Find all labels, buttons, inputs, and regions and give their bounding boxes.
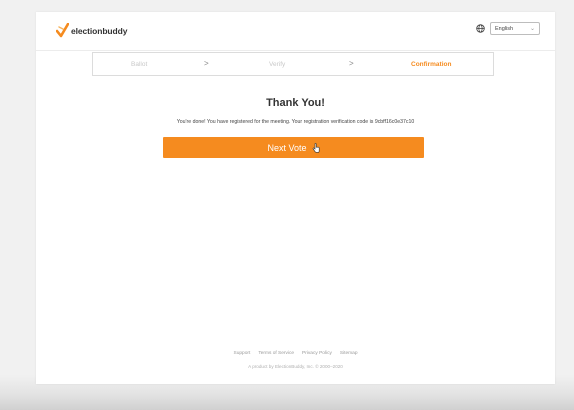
brand-logo[interactable]: electionbuddy: [56, 23, 127, 38]
page-card: electionbuddy English ⌄ Ballot > Verify …: [36, 12, 555, 384]
step-separator-icon: >: [204, 59, 209, 68]
next-vote-label: Next Vote: [267, 142, 307, 153]
next-vote-button[interactable]: Next Vote: [163, 137, 424, 158]
confirmation-message: You're done! You have registered for the…: [176, 119, 415, 125]
progress-steps: Ballot > Verify > Confirmation: [92, 52, 494, 76]
footer-link-sitemap[interactable]: Sitemap: [340, 351, 358, 356]
step-confirmation: Confirmation: [411, 61, 452, 68]
language-switcher: English ⌄: [476, 22, 540, 35]
brand-name: electionbuddy: [71, 25, 128, 36]
globe-icon: [476, 24, 485, 33]
top-bar: electionbuddy English ⌄: [36, 12, 555, 51]
checkmark-logo-icon: [56, 23, 69, 38]
footer-link-privacy[interactable]: Privacy Policy: [302, 351, 332, 356]
footer-link-support[interactable]: Support: [234, 351, 251, 356]
footer-copyright: A product by ElectionBuddy, Inc. © 2000–…: [248, 364, 343, 369]
step-separator-icon: >: [349, 59, 354, 68]
language-select[interactable]: English ⌄: [490, 22, 540, 35]
browser-viewport: electionbuddy English ⌄ Ballot > Verify …: [0, 0, 574, 410]
page-title: Thank You!: [266, 97, 325, 109]
footer-link-terms[interactable]: Terms of Service: [258, 351, 294, 356]
chevron-down-icon: ⌄: [529, 26, 535, 32]
hand-cursor-icon: [312, 142, 320, 153]
step-ballot: Ballot: [131, 61, 148, 68]
language-selected-value: English: [495, 25, 514, 32]
step-verify: Verify: [269, 61, 286, 68]
footer-links: Support Terms of Service Privacy Policy …: [36, 351, 555, 356]
